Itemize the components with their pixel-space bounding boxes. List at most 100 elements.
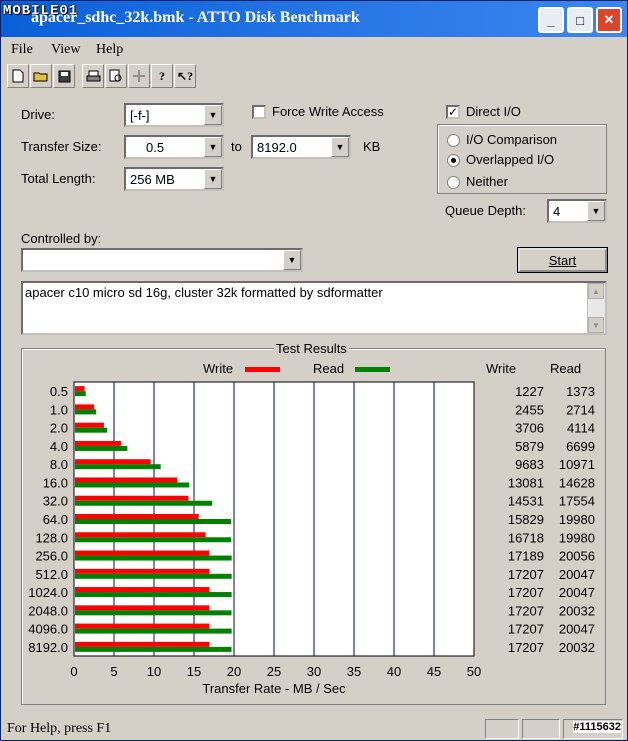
queue-depth-select[interactable]: 4 ▼ xyxy=(547,199,607,223)
write-value-cell: 9683 xyxy=(515,457,544,472)
print-preview-icon[interactable] xyxy=(105,64,127,88)
menu-help[interactable]: Help xyxy=(96,42,123,58)
read-value-cell: 10971 xyxy=(559,457,595,472)
x-tick-label: 5 xyxy=(110,664,117,679)
total-length-value: 256 MB xyxy=(130,172,175,187)
scroll-down-icon[interactable]: ▼ xyxy=(588,317,604,333)
write-value-cell: 1227 xyxy=(515,384,544,399)
drive-select[interactable]: [-f-] ▼ xyxy=(124,103,224,127)
y-tick-label: 1024.0 xyxy=(28,585,68,600)
y-tick-label: 0.5 xyxy=(50,384,68,399)
read-bar xyxy=(75,573,232,579)
transfer-from-select[interactable]: 0.5 ▼ xyxy=(124,135,224,159)
y-tick-label: 4.0 xyxy=(50,439,68,454)
y-tick-label: 32.0 xyxy=(43,494,68,509)
print-icon[interactable] xyxy=(82,64,104,88)
minimize-button[interactable]: _ xyxy=(538,7,564,33)
save-icon[interactable] xyxy=(53,64,75,88)
benchmark-chart: 0 5 10 15 20 25 30 35 40 45 50 Transfer Rate - MB /… xyxy=(28,381,595,696)
read-bar xyxy=(75,537,232,543)
write-bar xyxy=(75,532,206,538)
io-comparison-radio[interactable] xyxy=(447,134,460,147)
menu-file[interactable]: File xyxy=(11,42,33,58)
controlled-by-select[interactable]: ▼ xyxy=(21,248,303,272)
direct-io-checkbox[interactable]: ✓ xyxy=(446,105,460,119)
minimize-icon: _ xyxy=(547,12,555,28)
start-button-label: Start xyxy=(548,252,577,268)
read-value-cell: 19980 xyxy=(559,530,595,545)
force-write-label: Force Write Access xyxy=(272,104,384,119)
transfer-to-select[interactable]: 8192.0 ▼ xyxy=(251,135,351,159)
write-value-cell: 14531 xyxy=(508,494,544,509)
description-scrollbar[interactable]: ▲ ▼ xyxy=(587,283,605,333)
read-bar xyxy=(75,445,128,451)
write-value-cell: 17207 xyxy=(508,622,544,637)
write-value-cell: 17207 xyxy=(508,585,544,600)
watermark-id: #1115632 xyxy=(573,721,621,733)
write-value-cell: 15829 xyxy=(508,512,544,527)
chevron-down-icon[interactable]: ▼ xyxy=(283,250,301,270)
menu-bar: File View Help xyxy=(1,38,627,60)
read-bar xyxy=(75,628,232,634)
close-button[interactable]: ✕ xyxy=(596,7,622,33)
write-bar xyxy=(75,459,151,465)
move-icon[interactable] xyxy=(128,64,150,88)
write-value-cell: 17189 xyxy=(508,549,544,564)
y-tick-label: 64.0 xyxy=(43,512,68,527)
transfer-to-label: to xyxy=(231,139,242,154)
x-tick-label: 50 xyxy=(467,664,481,679)
write-bar xyxy=(75,422,104,428)
start-button[interactable]: Start xyxy=(517,247,608,273)
close-icon: ✕ xyxy=(603,12,615,27)
read-value-cell: 20047 xyxy=(559,567,595,582)
read-bar xyxy=(75,409,97,415)
overlapped-io-label: Overlapped I/O xyxy=(466,152,555,167)
read-value-cell: 20032 xyxy=(559,640,595,655)
description-textarea[interactable]: apacer c10 micro sd 16g, cluster 32k for… xyxy=(21,281,607,335)
context-help-icon[interactable]: ↖? xyxy=(174,64,196,88)
scroll-up-icon[interactable]: ▲ xyxy=(588,283,604,299)
force-write-checkbox[interactable] xyxy=(252,105,266,119)
read-bar xyxy=(75,592,232,598)
read-value-cell: 4114 xyxy=(567,421,595,436)
chevron-down-icon[interactable]: ▼ xyxy=(204,169,222,189)
transfer-unit-label: KB xyxy=(363,139,381,154)
overlapped-io-radio[interactable] xyxy=(447,154,460,167)
chevron-down-icon[interactable]: ▼ xyxy=(204,105,222,125)
title-bar[interactable]: MOBILE01 apacer_sdhc_32k.bmk - ATTO Disk… xyxy=(1,1,627,37)
queue-depth-value: 4 xyxy=(553,204,561,219)
chevron-down-icon[interactable]: ▼ xyxy=(204,137,222,157)
read-bar xyxy=(75,482,190,488)
direct-io-label: Direct I/O xyxy=(466,104,521,119)
x-tick-label: 20 xyxy=(227,664,241,679)
status-pane xyxy=(485,719,519,739)
write-value-cell: 16718 xyxy=(508,530,544,545)
new-file-icon[interactable] xyxy=(7,64,29,88)
y-tick-label: 2048.0 xyxy=(28,603,68,618)
chevron-down-icon[interactable]: ▼ xyxy=(587,201,605,221)
total-length-select[interactable]: 256 MB ▼ xyxy=(124,167,224,191)
read-bar xyxy=(75,427,108,433)
open-folder-icon[interactable] xyxy=(30,64,52,88)
x-tick-label: 0 xyxy=(70,664,77,679)
status-pane: #1115632 xyxy=(563,719,623,739)
io-comparison-label: I/O Comparison xyxy=(466,132,558,147)
x-tick-label: 25 xyxy=(267,664,281,679)
y-tick-label: 8.0 xyxy=(50,457,68,472)
menu-view[interactable]: View xyxy=(51,42,80,58)
total-length-label: Total Length: xyxy=(21,171,96,186)
neither-radio[interactable] xyxy=(447,176,460,189)
write-value-cell: 5879 xyxy=(515,439,544,454)
chevron-down-icon[interactable]: ▼ xyxy=(331,137,349,157)
read-value-cell: 17554 xyxy=(559,494,595,509)
transfer-to-value: 8192.0 xyxy=(257,140,297,155)
read-value-cell: 20032 xyxy=(559,603,595,618)
write-bar xyxy=(75,404,95,410)
toolbar: ? ↖? xyxy=(7,64,196,90)
queue-depth-label: Queue Depth: xyxy=(445,203,526,218)
drive-value: [-f-] xyxy=(130,108,150,123)
help-icon[interactable]: ? xyxy=(151,64,173,88)
y-tick-label: 1.0 xyxy=(50,402,68,417)
write-value-cell: 17207 xyxy=(508,640,544,655)
maximize-button[interactable]: □ xyxy=(567,7,593,33)
